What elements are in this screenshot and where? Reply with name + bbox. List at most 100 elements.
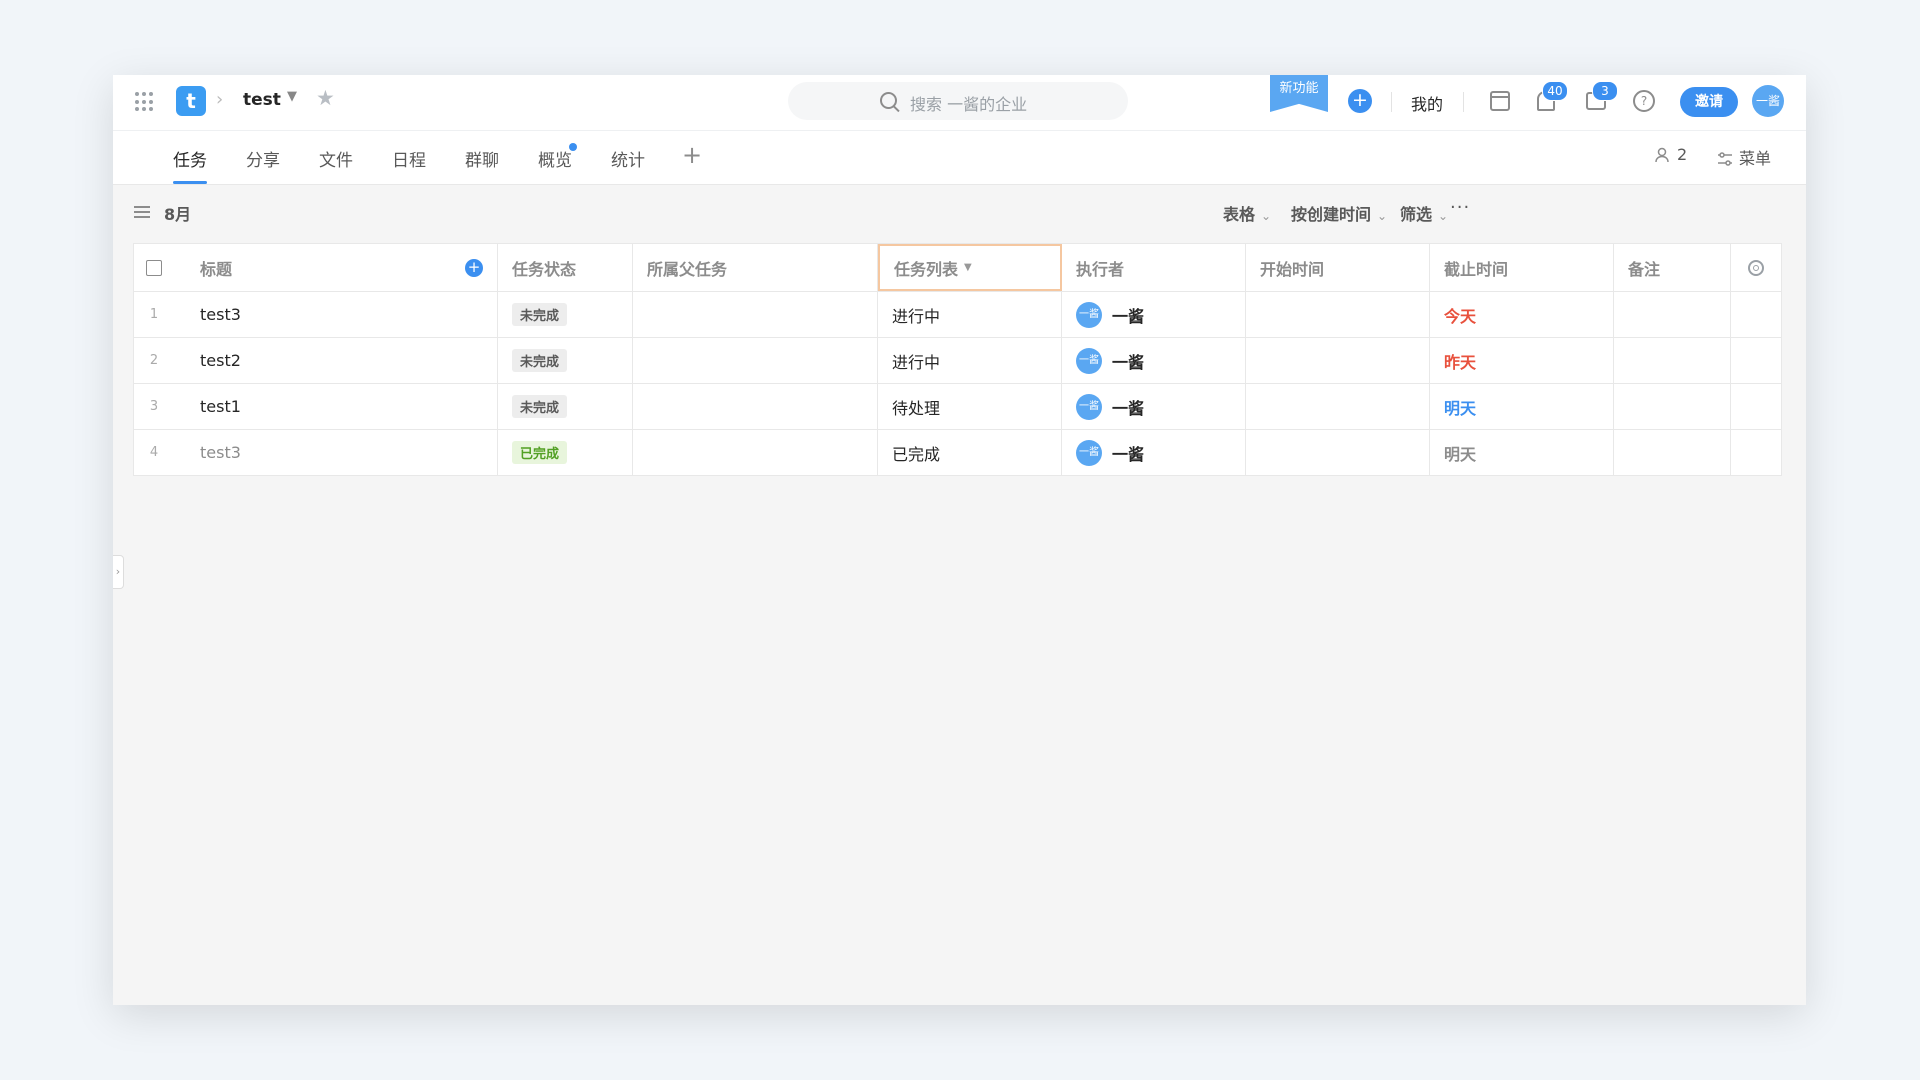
caret-down-icon[interactable]: ▼	[287, 89, 297, 104]
tab-tasks[interactable]: 任务	[173, 146, 207, 184]
due-date: 今天	[1444, 306, 1477, 326]
status-cell[interactable]: 已完成	[498, 430, 633, 475]
sidebar-toggle-icon[interactable]: ›	[113, 555, 124, 589]
tab-bar: 任务 分享 文件 日程 群聊 概览 统计 + 2 菜单	[113, 131, 1806, 185]
tab-schedule[interactable]: 日程	[392, 146, 426, 171]
task-title[interactable]: test1	[174, 384, 498, 429]
apps-grid-icon[interactable]	[135, 92, 155, 112]
executor-name: 一酱	[1112, 352, 1145, 372]
parent-cell[interactable]	[633, 430, 878, 475]
executor-cell[interactable]: 一酱 一酱	[1062, 338, 1246, 383]
more-icon[interactable]: ···	[1450, 197, 1470, 218]
task-title[interactable]: test3	[174, 292, 498, 337]
star-icon[interactable]: ★	[316, 86, 335, 110]
row-number: 3	[149, 399, 159, 414]
add-task-icon[interactable]: +	[465, 259, 483, 277]
note-cell[interactable]	[1614, 292, 1731, 337]
executor-cell[interactable]: 一酱 一酱	[1062, 292, 1246, 337]
row-end-cell	[1731, 292, 1781, 337]
mine-button[interactable]: 我的	[1411, 91, 1443, 115]
list-cell[interactable]: 已完成	[878, 430, 1062, 475]
status-cell[interactable]: 未完成	[498, 292, 633, 337]
plus-icon[interactable]: +	[1348, 89, 1372, 113]
start-cell[interactable]	[1246, 292, 1430, 337]
table-row[interactable]: 1 test3 未完成 进行中 一酱 一酱 今天	[134, 292, 1781, 338]
project-logo[interactable]: t	[176, 86, 206, 116]
avatar: 一酱	[1076, 393, 1102, 420]
members-button[interactable]: 2	[1655, 145, 1687, 164]
invite-button[interactable]: 邀请	[1680, 87, 1738, 117]
table-row[interactable]: 4 test3 已完成 已完成 一酱 一酱 明天	[134, 430, 1781, 475]
start-cell[interactable]	[1246, 430, 1430, 475]
parent-cell[interactable]	[633, 338, 878, 383]
list-cell[interactable]: 待处理	[878, 384, 1062, 429]
status-cell[interactable]: 未完成	[498, 384, 633, 429]
sort-button[interactable]: 按创建时间 ⌄	[1291, 201, 1387, 225]
group-month-label: 8月	[164, 205, 192, 224]
tab-group-chat[interactable]: 群聊	[465, 146, 499, 171]
status-badge: 未完成	[512, 349, 568, 372]
tab-stats[interactable]: 统计	[611, 146, 645, 171]
column-header-status[interactable]: 任务状态	[498, 244, 633, 291]
select-all-checkbox[interactable]	[146, 259, 162, 276]
view-label: 表格	[1223, 205, 1256, 224]
start-cell[interactable]	[1246, 384, 1430, 429]
task-title[interactable]: test3	[174, 430, 498, 475]
list-cell[interactable]: 进行中	[878, 292, 1062, 337]
status-badge: 未完成	[512, 395, 568, 418]
search-placeholder: 搜索 一酱的企业	[910, 95, 1028, 114]
column-header-start[interactable]: 开始时间	[1246, 244, 1430, 291]
gear-icon[interactable]	[1748, 259, 1764, 276]
column-header-executor[interactable]: 执行者	[1062, 244, 1246, 291]
task-table: 标题 + 任务状态 所属父任务 任务列表 ▼ 执行者 开始时间 截止时间 备注 1 …	[133, 243, 1782, 476]
column-header-parent[interactable]: 所属父任务	[633, 244, 878, 291]
note-cell[interactable]	[1614, 384, 1731, 429]
due-cell[interactable]: 明天	[1430, 384, 1614, 429]
filter-button[interactable]: 筛选 ⌄	[1400, 201, 1448, 225]
due-date: 明天	[1444, 398, 1477, 418]
search-input[interactable]: 搜索 一酱的企业	[788, 82, 1128, 120]
project-name[interactable]: test	[243, 90, 281, 110]
view-switch-button[interactable]: 表格 ⌄	[1223, 201, 1271, 225]
parent-cell[interactable]	[633, 384, 878, 429]
help-icon[interactable]: ?	[1633, 90, 1655, 112]
parent-cell[interactable]	[633, 292, 878, 337]
overview-dot	[569, 143, 577, 151]
calendar-icon[interactable]	[1490, 91, 1510, 111]
due-cell[interactable]: 昨天	[1430, 338, 1614, 383]
menu-button[interactable]: 菜单	[1717, 145, 1771, 169]
executor-cell[interactable]: 一酱 一酱	[1062, 384, 1246, 429]
avatar[interactable]: 一酱	[1752, 85, 1784, 117]
due-cell[interactable]: 今天	[1430, 292, 1614, 337]
table-row[interactable]: 3 test1 未完成 待处理 一酱 一酱 明天	[134, 384, 1781, 430]
executor-cell[interactable]: 一酱 一酱	[1062, 430, 1246, 475]
status-badge: 未完成	[512, 303, 568, 326]
view-toolbar: 8月 表格 ⌄ 按创建时间 ⌄ 筛选 ⌄ ···	[113, 185, 1806, 243]
new-feature-button[interactable]: 新功能	[1270, 75, 1328, 112]
divider	[1463, 92, 1464, 112]
filter-label: 筛选	[1400, 205, 1433, 224]
tab-files[interactable]: 文件	[319, 146, 353, 171]
sliders-icon	[1718, 152, 1732, 166]
note-cell[interactable]	[1614, 430, 1731, 475]
column-header-due[interactable]: 截止时间	[1430, 244, 1614, 291]
column-header-list[interactable]: 任务列表 ▼	[878, 244, 1062, 291]
column-header-note[interactable]: 备注	[1614, 244, 1731, 291]
due-cell[interactable]: 明天	[1430, 430, 1614, 475]
table-header-row: 标题 + 任务状态 所属父任务 任务列表 ▼ 执行者 开始时间 截止时间 备注	[134, 244, 1781, 292]
tab-overview[interactable]: 概览	[538, 146, 572, 171]
list-cell[interactable]: 进行中	[878, 338, 1062, 383]
avatar: 一酱	[1076, 301, 1102, 328]
column-header-title[interactable]: 标题 +	[174, 244, 498, 291]
note-cell[interactable]	[1614, 338, 1731, 383]
task-title[interactable]: test2	[174, 338, 498, 383]
tab-share[interactable]: 分享	[246, 146, 280, 171]
chevron-down-icon: ⌄	[1438, 209, 1449, 223]
avatar: 一酱	[1076, 439, 1102, 466]
status-cell[interactable]: 未完成	[498, 338, 633, 383]
start-cell[interactable]	[1246, 338, 1430, 383]
members-count: 2	[1677, 145, 1688, 164]
add-tab-icon[interactable]: +	[682, 141, 702, 169]
list-menu-icon[interactable]	[134, 206, 150, 218]
table-row[interactable]: 2 test2 未完成 进行中 一酱 一酱 昨天	[134, 338, 1781, 384]
